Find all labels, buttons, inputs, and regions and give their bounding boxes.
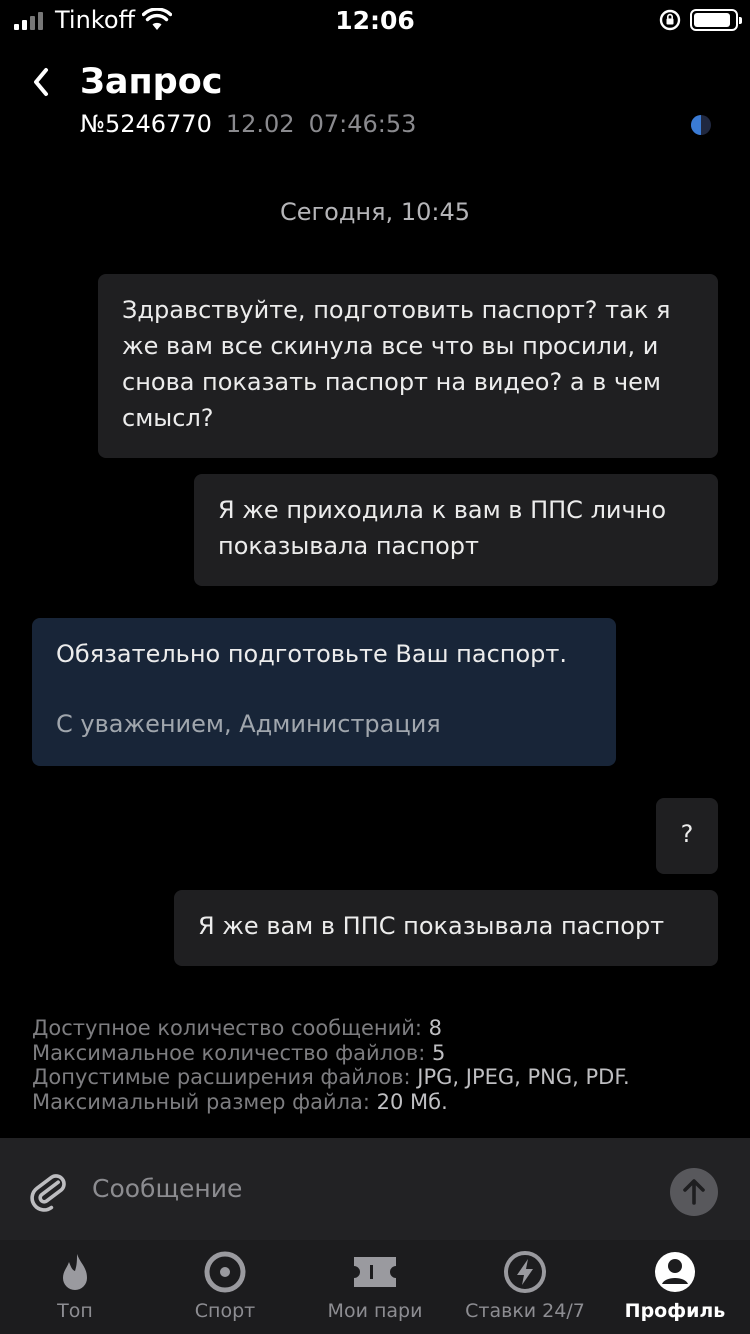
lightning-icon — [504, 1251, 546, 1293]
status-bar: Tinkoff 12:06 — [0, 0, 750, 42]
tab-label: Топ — [57, 1300, 93, 1322]
tab-top[interactable]: Топ — [0, 1240, 150, 1334]
admin-message-bubble: Обязательно подготовьте Ваш паспорт. С у… — [32, 618, 616, 766]
request-info: №5246770 12.02 07:46:53 — [80, 110, 416, 138]
user-message-bubble: Я же приходила к вам в ППС лично показыв… — [194, 474, 718, 586]
rotation-lock-icon — [659, 9, 681, 31]
user-message-bubble: ? — [656, 798, 718, 874]
bottom-tab-bar: Топ Спорт Мои пари Ставки 24/7 Профиль — [0, 1240, 750, 1334]
tab-label: Спорт — [194, 1300, 256, 1322]
flame-icon — [63, 1254, 87, 1290]
tab-label: Профиль — [624, 1300, 726, 1322]
admin-message-signature: С уважением, Администрация — [56, 710, 441, 738]
upload-limits-info: Доступное количество сообщений: 8 Максим… — [32, 1016, 630, 1114]
tab-profile[interactable]: Профиль — [600, 1240, 750, 1334]
status-progress-icon — [691, 115, 711, 135]
tab-bets-24-7[interactable]: Ставки 24/7 — [450, 1240, 600, 1334]
back-arrow-icon[interactable] — [28, 64, 58, 100]
message-input[interactable] — [92, 1160, 652, 1216]
tab-label: Ставки 24/7 — [465, 1300, 585, 1322]
tab-sport[interactable]: Спорт — [150, 1240, 300, 1334]
battery-icon — [690, 9, 742, 31]
page-title: Запрос — [80, 62, 223, 102]
admin-message-text: Обязательно подготовьте Ваш паспорт. — [56, 640, 567, 668]
ticket-icon — [354, 1257, 396, 1287]
chat-day-label: Сегодня, 10:45 — [280, 198, 470, 226]
send-button[interactable] — [670, 1168, 718, 1216]
info-line: Максимальное количество файлов: 5 — [32, 1040, 446, 1065]
tab-label: Мои пари — [327, 1300, 423, 1322]
arrow-up-icon — [683, 1179, 705, 1205]
paperclip-icon[interactable] — [30, 1168, 68, 1212]
info-line: Доступное количество сообщений: 8 — [32, 1016, 443, 1040]
target-icon — [204, 1251, 246, 1293]
status-time: 12:06 — [335, 6, 415, 35]
user-message-bubble: Я же вам в ППС показывала паспорт — [174, 890, 718, 966]
request-number: №5246770 — [80, 110, 212, 138]
request-time: 07:46:53 — [308, 110, 417, 138]
request-date: 12.02 — [225, 110, 295, 138]
user-message-bubble: Здравствуйте, подготовить паспорт? так я… — [98, 274, 718, 458]
tab-my-bets[interactable]: Мои пари — [300, 1240, 450, 1334]
info-line: Допустимые расширения файлов: JPG, JPEG,… — [32, 1065, 630, 1089]
profile-icon — [655, 1252, 695, 1292]
info-line: Максимальный размер файла: 20 Мб. — [32, 1089, 448, 1114]
message-composer — [0, 1138, 750, 1240]
